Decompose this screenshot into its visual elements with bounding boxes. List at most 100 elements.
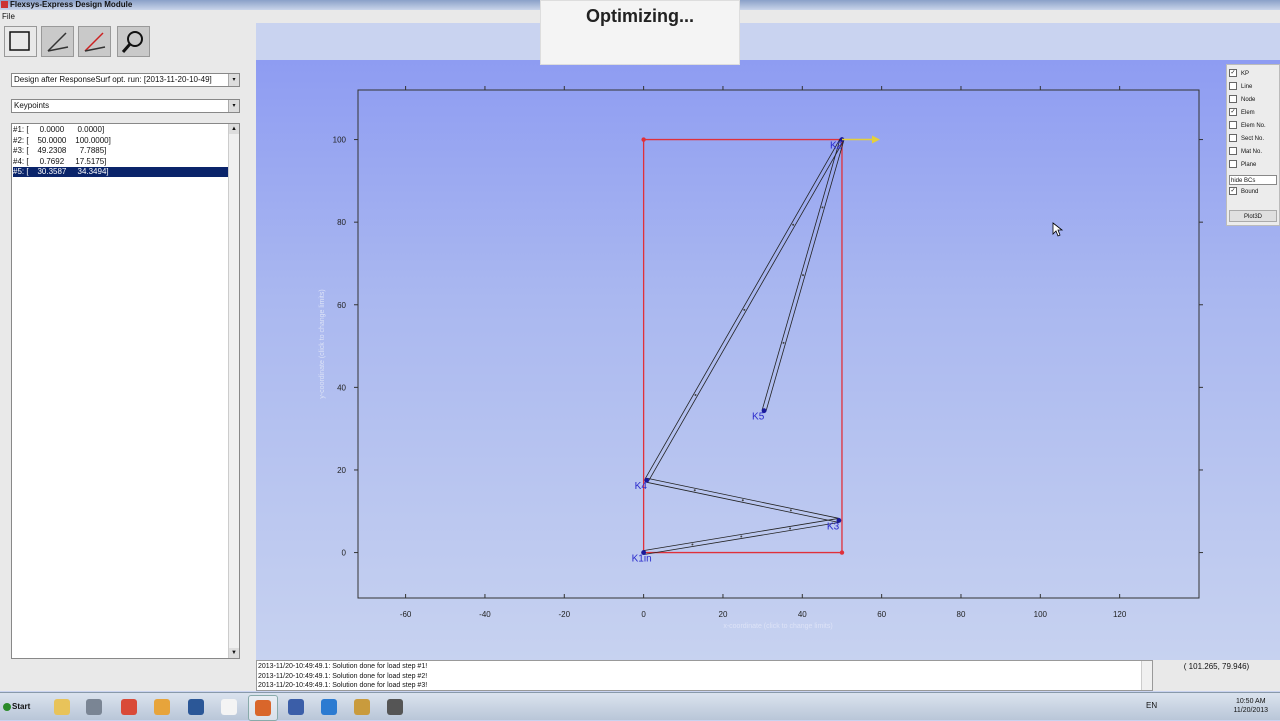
element-edge	[646, 481, 839, 523]
element-node	[691, 543, 694, 546]
taskbar-app-button[interactable]	[148, 695, 176, 719]
file-explorer-icon	[54, 699, 70, 715]
windows-orb-icon	[3, 703, 11, 711]
taskbar-app-button[interactable]	[215, 695, 243, 719]
element-node	[821, 206, 824, 209]
list-item[interactable]: #1: [ 0.0000 0.0000]	[13, 125, 229, 135]
chart-area[interactable]: -60 -40 -20 0 20 40 60 80 100 120 0 20 40 60 80 100 K1i…	[256, 60, 1224, 660]
select-box-icon	[9, 31, 30, 51]
taskbar-app-button[interactable]	[80, 695, 108, 719]
draw-line-icon	[47, 32, 69, 52]
bc-select[interactable]: hide BCs	[1229, 175, 1277, 185]
display-options-panel: ✓ KP Line Node ✓ Elem Elem No. Sect No. Ma…	[1226, 64, 1280, 226]
optimizing-overlay: Optimizing...	[540, 0, 740, 65]
checkbox-plane[interactable]: Plane	[1229, 159, 1256, 171]
scroll-down-icon[interactable]: ▼	[229, 648, 239, 658]
dropdown-arrow-icon: ▾	[228, 74, 239, 86]
design-select[interactable]: Design after ResponseSurf opt. run: [201…	[11, 73, 240, 87]
taskbar-app-button[interactable]	[48, 695, 76, 719]
language-indicator[interactable]: EN	[1146, 701, 1157, 710]
element-edge	[761, 138, 841, 411]
keypoint-label: K5	[752, 412, 765, 423]
checkbox-elem[interactable]: ✓ Elem	[1229, 107, 1255, 119]
x-tick-label: 80	[957, 610, 966, 619]
keypoint-label: K4	[635, 481, 648, 492]
dropdown-arrow-icon: ▾	[228, 100, 239, 112]
taskbar-app-button[interactable]	[282, 695, 310, 719]
element-edge	[647, 477, 840, 519]
taskbar-app-button[interactable]	[248, 695, 278, 721]
list-item[interactable]: #4: [ 0.7692 17.5175]	[13, 157, 229, 167]
element-edge	[643, 521, 840, 555]
element-node	[802, 274, 805, 277]
checkbox-sect-no[interactable]: Sect No.	[1229, 133, 1264, 145]
plot3d-button[interactable]: Plot3D	[1229, 210, 1277, 222]
magnifier-icon	[121, 31, 143, 53]
element-edge	[765, 140, 845, 412]
app-3-icon	[288, 699, 304, 715]
x-axis-label[interactable]: x-coordinate (click to change limits)	[723, 623, 832, 630]
checkbox-line[interactable]: Line	[1229, 81, 1252, 93]
taskbar-app-button[interactable]	[348, 695, 376, 719]
taskbar: Start EN 10:50 AM 11/20/2013	[0, 692, 1280, 721]
clock[interactable]: 10:50 AM 11/20/2013	[1233, 697, 1268, 715]
window-icon	[387, 699, 403, 715]
taskbar-app-button[interactable]	[182, 695, 210, 719]
ie-icon	[321, 699, 337, 715]
check-icon: ✓	[1229, 108, 1237, 117]
x-tick-label: 20	[719, 610, 728, 619]
taskbar-app-button[interactable]	[315, 695, 343, 719]
folder-icon	[154, 699, 170, 715]
boundary-corner	[839, 550, 845, 555]
check-icon: ✓	[1229, 187, 1237, 196]
element-node	[693, 489, 696, 492]
list-item[interactable]: #2: [ 50.0000 100.0000]	[13, 136, 229, 146]
y-axis-label[interactable]: y-coordinate (click to change limits)	[319, 289, 326, 398]
checkbox-mat-no[interactable]: Mat No.	[1229, 146, 1262, 158]
app-icon	[86, 699, 102, 715]
axes-box	[357, 89, 1200, 599]
scroll-up-icon[interactable]: ▲	[229, 124, 239, 134]
window-title: Flexsys-Express Design Module	[10, 0, 133, 9]
log-scrollbar[interactable]	[1141, 661, 1152, 690]
log-output[interactable]: 2013-11/20-10:49:49.1: Solution done for…	[256, 660, 1153, 691]
log-line: 2013-11/20-10:49:49.1: Solution done for…	[258, 663, 428, 670]
list-scrollbar[interactable]: ▲ ▼	[228, 124, 239, 658]
keypoint-list[interactable]: #1: [ 0.0000 0.0000] #2: [ 50.0000 100.0…	[11, 123, 240, 659]
start-button[interactable]: Start	[2, 696, 36, 718]
document-icon	[221, 699, 237, 715]
x-tick-label: 0	[641, 610, 646, 619]
cursor-coordinates: ( 101.265, 79.946)	[1153, 660, 1280, 691]
chrome-icon	[121, 699, 137, 715]
element-node	[743, 308, 746, 311]
image-icon	[354, 699, 370, 715]
menu-file[interactable]: File	[2, 12, 15, 21]
y-tick-label: 100	[333, 136, 347, 145]
element-edge	[648, 140, 845, 482]
draw-line-tool-button[interactable]	[41, 26, 74, 57]
keypoint-label: K1in	[632, 554, 652, 565]
taskbar-app-button[interactable]	[115, 695, 143, 719]
zoom-tool-button[interactable]	[117, 26, 150, 57]
checkbox-elem-no[interactable]: Elem No.	[1229, 120, 1266, 132]
select-box-tool-button[interactable]	[4, 26, 37, 57]
draw-red-line-tool-button[interactable]	[78, 26, 111, 57]
y-tick-label: 0	[342, 549, 347, 558]
list-item-selected[interactable]: #5: [ 30.3587 34.3494]	[13, 167, 229, 177]
checkbox-node[interactable]: Node	[1229, 94, 1255, 106]
element-node	[741, 499, 744, 502]
entity-select[interactable]: Keypoints ▾	[11, 99, 240, 113]
x-tick-label: -40	[479, 610, 491, 619]
element-node	[789, 509, 792, 512]
taskbar-app-button[interactable]	[381, 695, 409, 719]
boundary-corner	[641, 137, 646, 142]
load-arrow-head	[871, 135, 880, 144]
list-item[interactable]: #3: [ 49.2308 7.7885]	[13, 146, 229, 156]
y-tick-label: 20	[337, 466, 346, 475]
x-tick-label: -20	[559, 610, 571, 619]
checkbox-bound[interactable]: ✓ Bound	[1229, 186, 1258, 198]
keypoint-label: K2	[830, 141, 843, 152]
checkbox-kp[interactable]: ✓ KP	[1229, 68, 1249, 80]
keypoint-label: K3	[827, 521, 840, 532]
draw-red-line-icon	[84, 32, 106, 52]
